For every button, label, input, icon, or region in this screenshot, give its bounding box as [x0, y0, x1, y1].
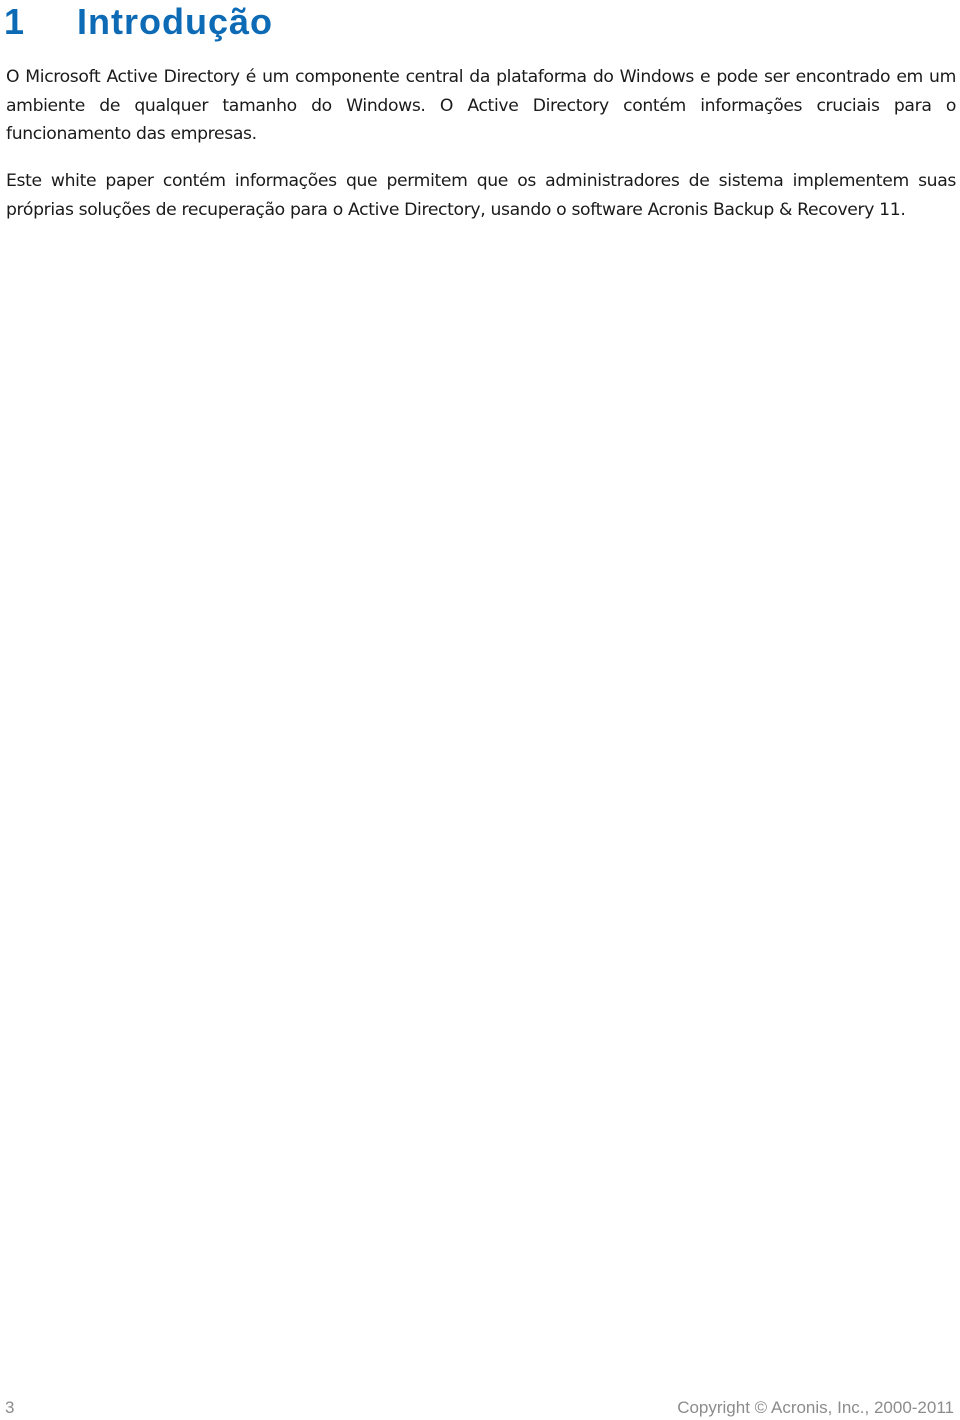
section-number: 1: [4, 1, 25, 42]
page-number: 3: [5, 1398, 15, 1417]
section-title: Introdução: [77, 1, 273, 42]
copyright-notice: Copyright © Acronis, Inc., 2000-2011: [677, 1398, 954, 1417]
intro-paragraph: O Microsoft Active Directory é um compon…: [6, 67, 956, 144]
section-heading: 1 Introdução: [4, 0, 273, 44]
purpose-paragraph: Este white paper contém informações que …: [6, 171, 956, 220]
